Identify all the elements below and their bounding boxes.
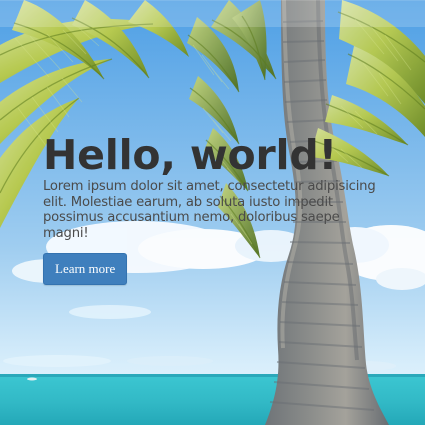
hero-description: Lorem ipsum dolor sit amet, consectetur … xyxy=(43,179,376,242)
hero-title: Hello, world! xyxy=(43,131,338,179)
page-root: Hello, world! Lorem ipsum dolor sit amet… xyxy=(0,0,425,425)
learn-more-button[interactable]: Learn more xyxy=(43,252,128,285)
top-navbar xyxy=(0,0,425,27)
hero-section: Hello, world! Lorem ipsum dolor sit amet… xyxy=(43,133,383,285)
